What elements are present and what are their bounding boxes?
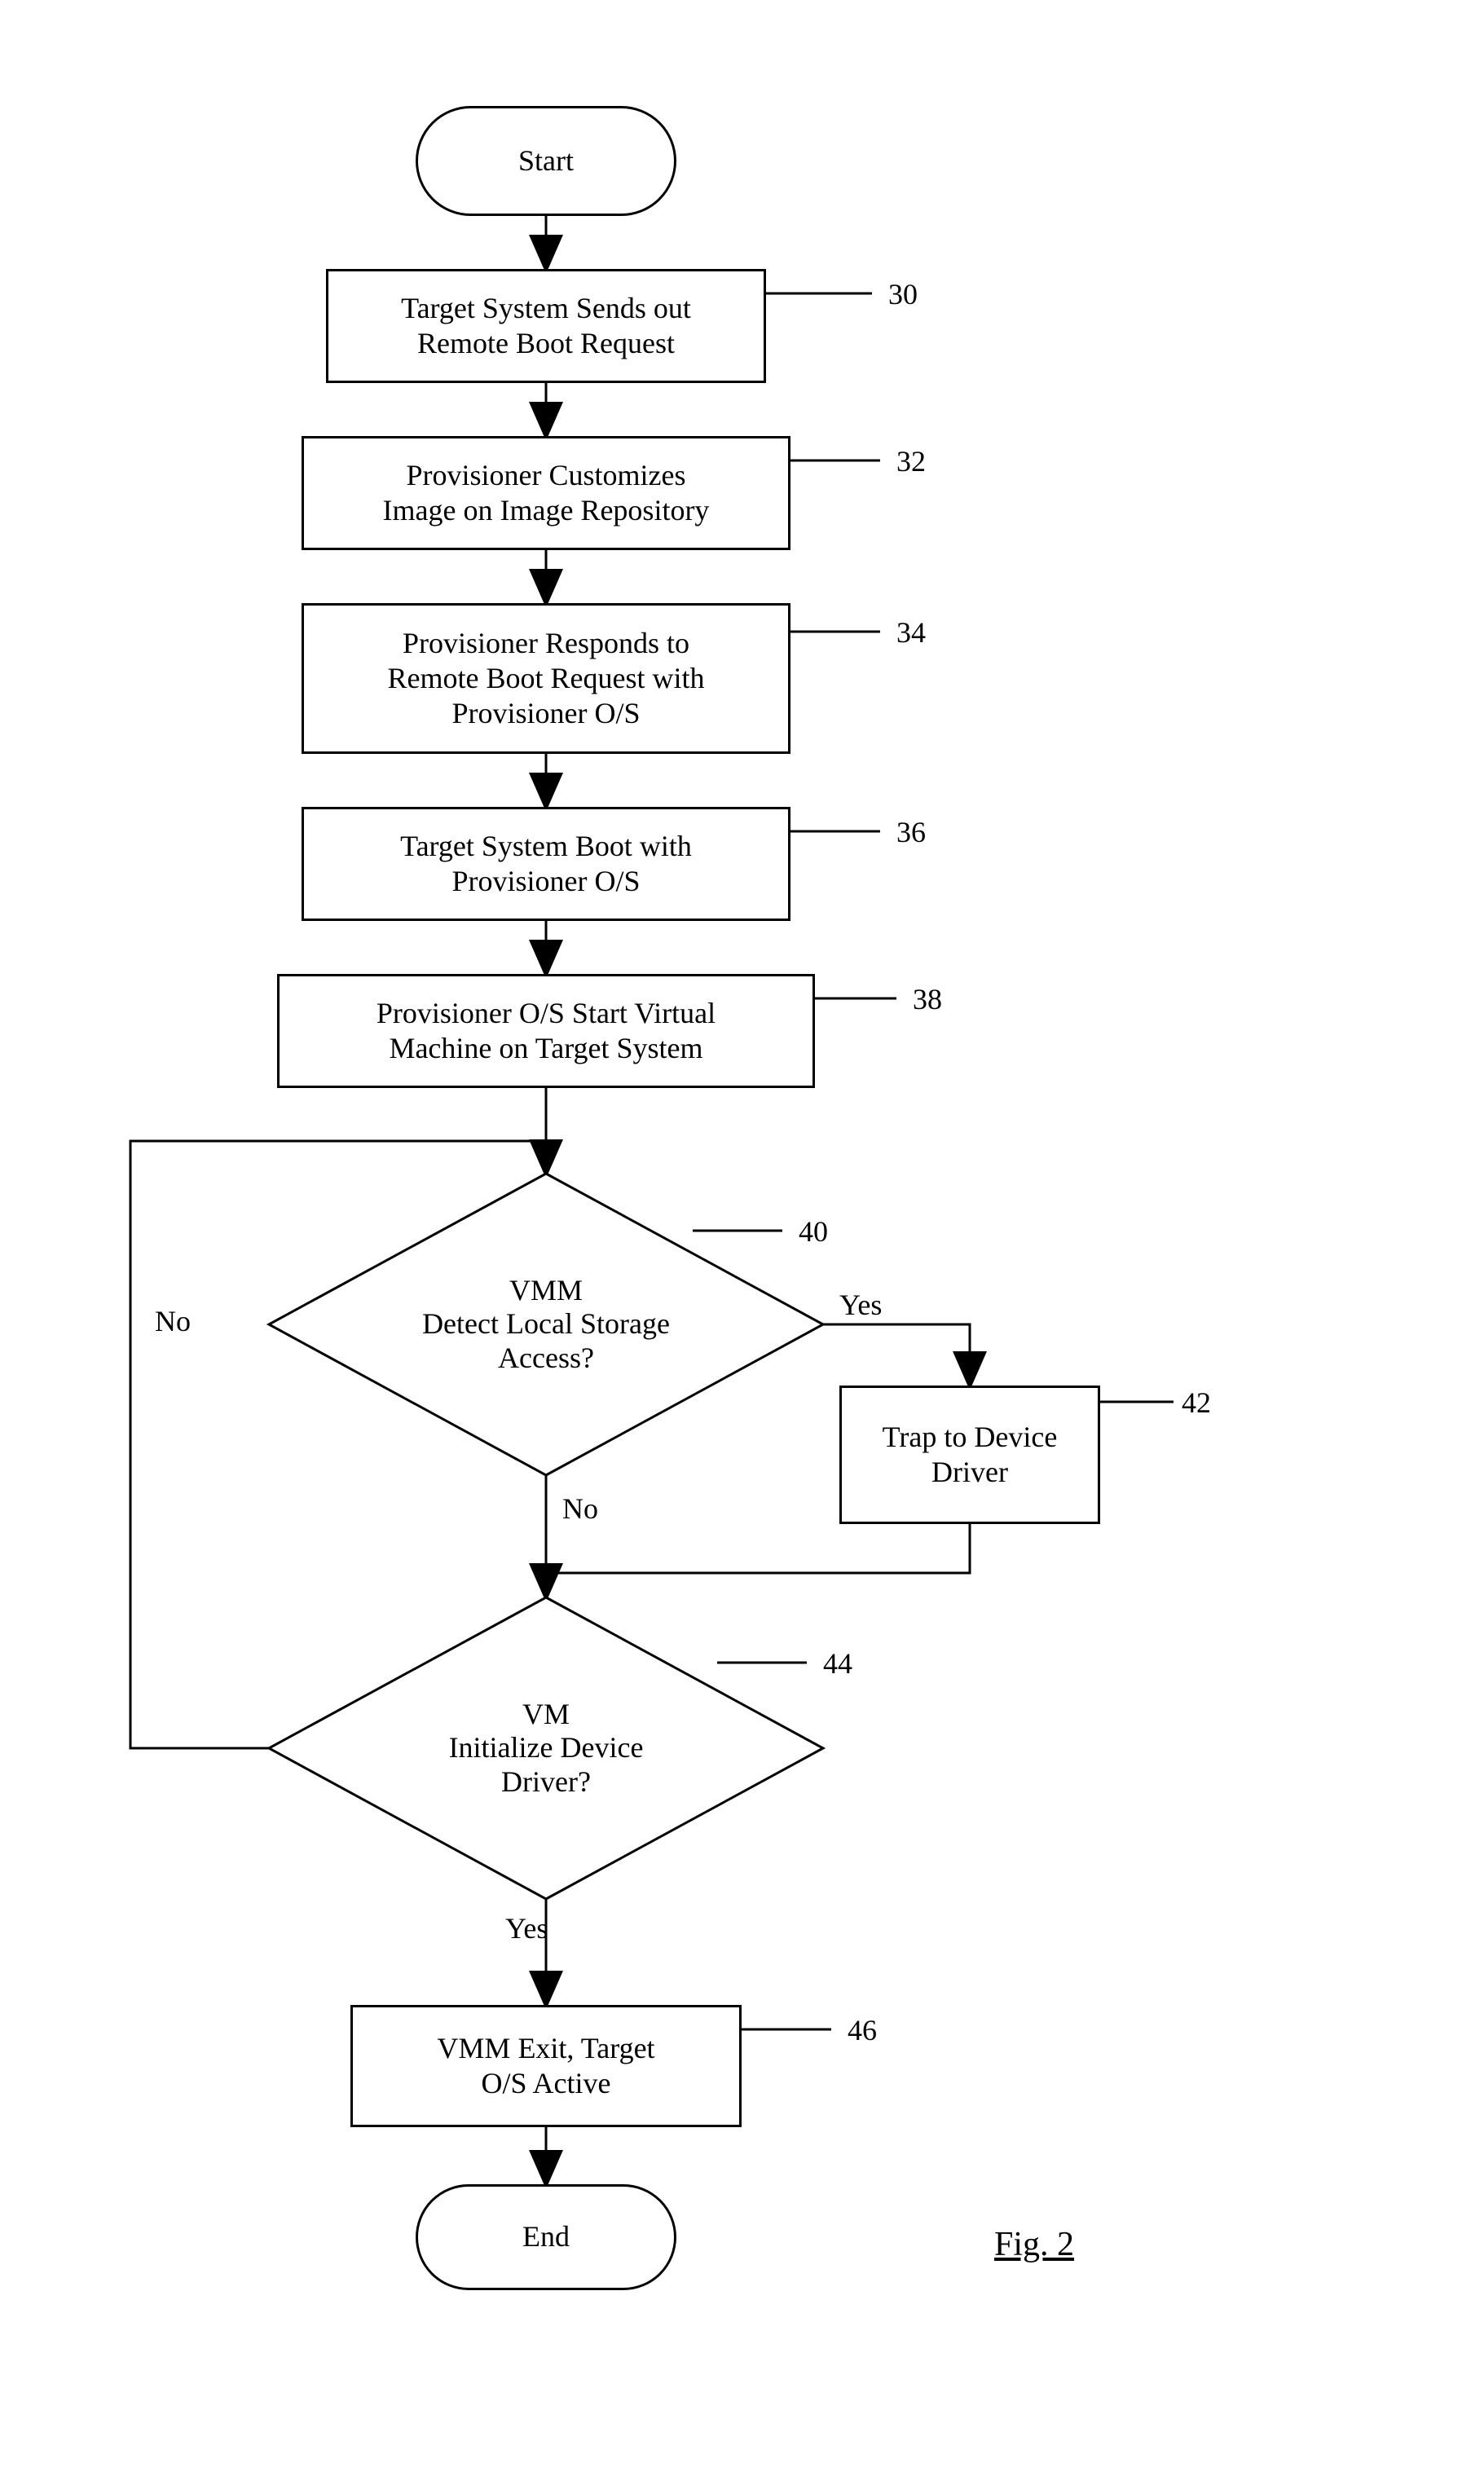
ref-44: 44 [823,1646,852,1681]
process-38: Provisioner O/S Start Virtual Machine on… [277,974,815,1088]
process-32: Provisioner Customizes Image on Image Re… [302,436,790,550]
process-38-text: Provisioner O/S Start Virtual Machine on… [377,996,716,1066]
decision-40-text: VMM Detect Local Storage Access? [422,1274,670,1375]
figure-label: Fig. 2 [994,2225,1074,2264]
ref-30: 30 [888,277,918,311]
process-46-text: VMM Exit, Target O/S Active [437,2031,654,2101]
edge-label-44-no: No [155,1304,191,1338]
process-42: Trap to Device Driver [839,1386,1100,1524]
ref-42: 42 [1182,1386,1211,1420]
ref-46: 46 [848,2013,877,2047]
process-36-text: Target System Boot with Provisioner O/S [400,829,692,899]
decision-44-text: VM Initialize Device Driver? [449,1698,644,1799]
ref-34: 34 [896,615,926,650]
process-34: Provisioner Responds to Remote Boot Requ… [302,603,790,754]
ref-36: 36 [896,815,926,849]
process-30: Target System Sends out Remote Boot Requ… [326,269,766,383]
decision-44: VM Initialize Device Driver? [269,1597,823,1899]
terminator-end: End [416,2184,676,2290]
process-30-text: Target System Sends out Remote Boot Requ… [401,291,691,361]
flowchart-canvas: Start Target System Sends out Remote Boo… [33,33,1484,2443]
process-42-text: Trap to Device Driver [883,1420,1058,1490]
end-label: End [522,2219,570,2254]
ref-32: 32 [896,444,926,478]
edge-label-44-yes: Yes [505,1911,548,1945]
ref-38: 38 [913,982,942,1016]
edge-label-40-no: No [562,1491,598,1526]
process-34-text: Provisioner Responds to Remote Boot Requ… [388,626,705,732]
terminator-start: Start [416,106,676,216]
ref-40: 40 [799,1214,828,1249]
process-32-text: Provisioner Customizes Image on Image Re… [383,458,710,528]
process-46: VMM Exit, Target O/S Active [350,2005,742,2127]
start-label: Start [518,143,574,178]
edge-label-40-yes: Yes [839,1288,882,1322]
decision-40: VMM Detect Local Storage Access? [269,1174,823,1475]
process-36: Target System Boot with Provisioner O/S [302,807,790,921]
